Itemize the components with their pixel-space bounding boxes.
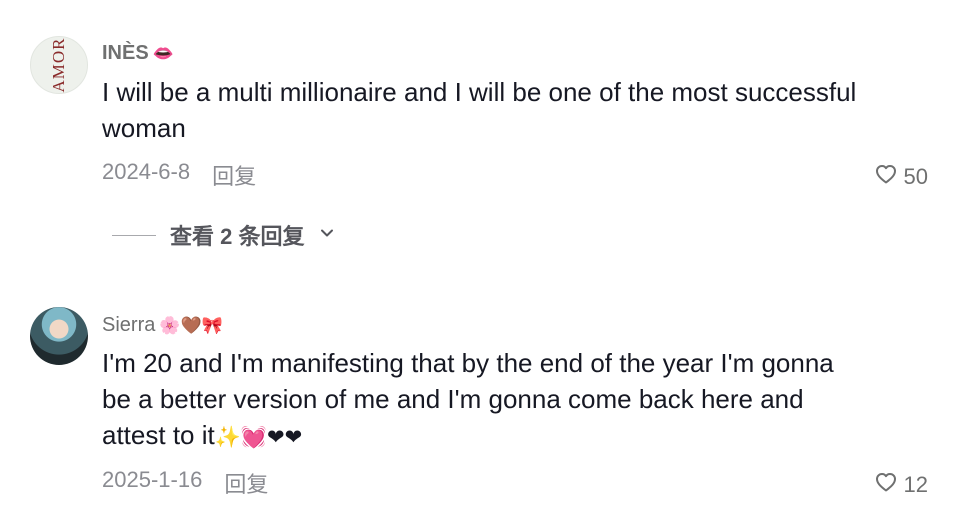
comment-item: AMOR INÈS 👄 I will be a multi millionair… — [0, 0, 960, 260]
comment-meta: 2024-6-8 回复 — [102, 159, 256, 191]
avatar-logo: AMOR — [49, 37, 68, 93]
like-button[interactable]: 12 — [874, 470, 928, 500]
like-count: 12 — [903, 472, 928, 497]
heart-outline-icon — [874, 470, 898, 500]
comment-text: I'm 20 and I'm manifesting that by the e… — [102, 345, 862, 456]
avatar[interactable]: AMOR — [30, 36, 88, 94]
username-text: INÈS — [102, 42, 149, 64]
username-emojis: 🌸🤎🎀 — [159, 316, 223, 335]
like-count: 50 — [903, 164, 928, 189]
comment-username[interactable]: Sierra 🌸🤎🎀 — [102, 314, 223, 337]
comment-text-content: I'm 20 and I'm manifesting that by the e… — [102, 348, 834, 450]
comment-meta: 2025-1-16 回复 — [102, 467, 268, 499]
divider — [112, 234, 156, 236]
reply-button[interactable]: 回复 — [224, 467, 268, 499]
comment-username[interactable]: INÈS 👄 — [102, 42, 174, 65]
view-replies-button[interactable]: 查看 2 条回复 — [112, 219, 336, 251]
comment-text: I will be a multi millionaire and I will… — [102, 77, 857, 143]
heart-outline-icon — [874, 162, 898, 192]
comment-date: 2024-6-8 — [102, 159, 191, 184]
comment-text-emojis: ✨💓❤❤ — [214, 426, 303, 449]
avatar[interactable] — [30, 307, 88, 365]
like-button[interactable]: 50 — [874, 162, 928, 192]
chevron-down-icon — [318, 222, 336, 248]
comment-date: 2025-1-16 — [102, 467, 203, 492]
reply-button[interactable]: 回复 — [212, 159, 256, 191]
username-emojis: 👄 — [152, 44, 174, 63]
view-replies-label: 查看 2 条回复 — [170, 224, 305, 249]
comment-item: Sierra 🌸🤎🎀 I'm 20 and I'm manifesting th… — [0, 290, 960, 522]
username-text: Sierra — [102, 314, 156, 336]
